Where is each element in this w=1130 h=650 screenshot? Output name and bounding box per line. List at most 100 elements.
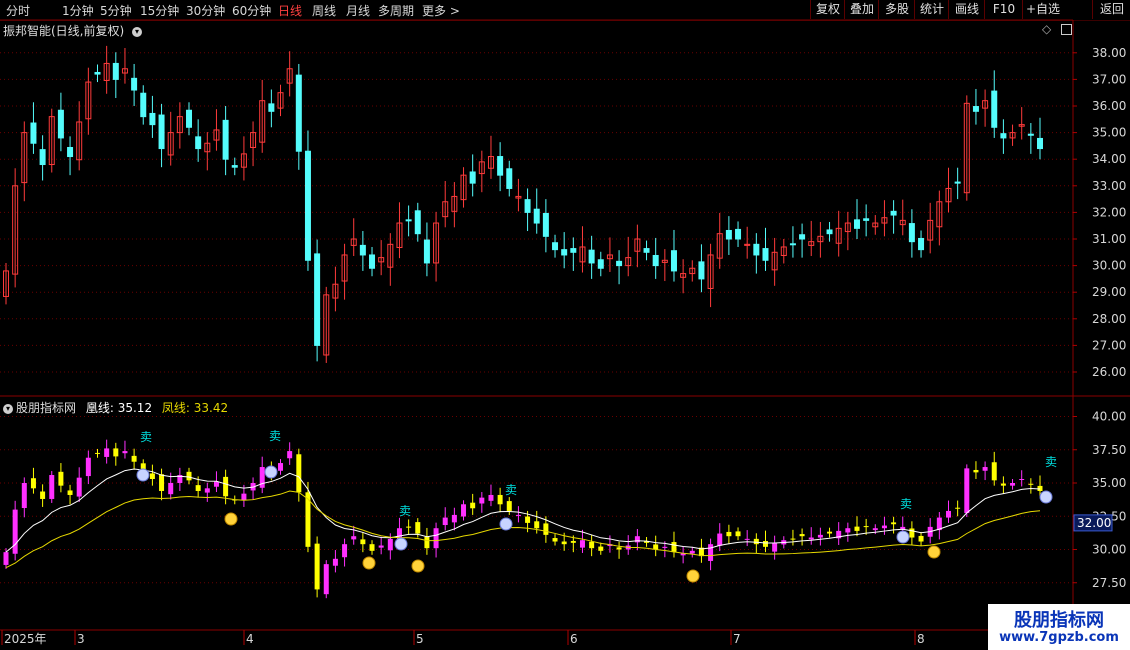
candle-body xyxy=(423,239,430,264)
indicator-axis-label: 30.00 xyxy=(1092,543,1126,557)
price-axis-label: 37.00 xyxy=(1092,72,1126,86)
candle-body xyxy=(131,77,138,91)
indicator-bar xyxy=(918,535,924,542)
candle-body xyxy=(314,253,321,346)
indicator-bar xyxy=(76,477,82,497)
indicator-bar xyxy=(67,490,73,495)
indicator-bar xyxy=(854,526,860,531)
happy-face-icon xyxy=(927,545,941,559)
candle-body xyxy=(39,149,46,166)
indicator-bar xyxy=(104,448,110,457)
candle-body xyxy=(561,249,568,256)
indicator-bar xyxy=(369,544,375,551)
indicator-bar xyxy=(909,528,915,538)
candle-body xyxy=(753,243,760,256)
indicator-bar xyxy=(360,539,366,545)
candle-body xyxy=(1027,133,1034,136)
indicator-bar xyxy=(451,514,457,523)
indicator-bar xyxy=(58,471,64,486)
candle-body xyxy=(853,219,860,229)
indicator-bar xyxy=(561,541,567,545)
price-axis-label: 35.00 xyxy=(1092,126,1126,140)
indicator-bar xyxy=(1000,483,1006,486)
indicator-bar xyxy=(726,531,732,537)
indicator-bar xyxy=(881,525,887,529)
date-axis-label: 5 xyxy=(416,632,424,646)
price-axis-label: 34.00 xyxy=(1092,152,1126,166)
indicator-bar xyxy=(241,493,247,501)
candle-body xyxy=(195,136,202,150)
indicator-bar xyxy=(378,545,384,548)
indicator-bar xyxy=(616,547,622,550)
indicator-bar xyxy=(964,468,970,514)
candle-body xyxy=(570,248,577,253)
candle-body xyxy=(954,181,961,184)
indicator-bar xyxy=(1019,479,1025,481)
indicator-bar xyxy=(744,538,750,540)
indicator-bar xyxy=(955,507,961,509)
indicator-bar xyxy=(653,544,659,550)
indicator-bar xyxy=(332,558,338,566)
date-axis-label: 2025年 xyxy=(4,632,47,646)
candle-body xyxy=(991,90,998,128)
sad-face-icon xyxy=(394,537,408,551)
indicator-bar xyxy=(900,526,906,530)
indicator-bar xyxy=(808,537,814,540)
indicator-bar xyxy=(497,494,503,505)
watermark-title: 股朋指标网 xyxy=(1014,610,1104,631)
indicator-bar xyxy=(85,457,91,477)
candle-body xyxy=(890,210,897,216)
date-axis-label: 8 xyxy=(917,632,925,646)
indicator-bar xyxy=(945,510,951,518)
indicator-bar xyxy=(872,528,878,531)
candle-body xyxy=(652,254,659,267)
indicator-bar xyxy=(424,536,430,549)
candle-body xyxy=(670,250,677,272)
indicator-bar xyxy=(863,526,869,528)
indicator-bar xyxy=(579,540,585,548)
sell-signal-label: 卖 xyxy=(140,430,152,444)
indicator-bar xyxy=(342,544,348,558)
indicator-bar xyxy=(799,534,805,537)
candle-body xyxy=(222,119,229,160)
candle-body xyxy=(57,109,64,139)
happy-face-icon xyxy=(686,569,700,583)
price-axis-label: 27.00 xyxy=(1092,338,1126,352)
kline-chart[interactable]: 卖卖卖卖卖卖 38.0037.0036.0035.0034.0033.0032.… xyxy=(0,0,1130,650)
candle-body xyxy=(304,150,311,261)
sell-signal-label: 卖 xyxy=(505,483,517,497)
sell-signal-label: 卖 xyxy=(399,504,411,518)
sad-face-icon xyxy=(264,465,278,479)
indicator-bar xyxy=(506,501,512,511)
indicator-bar xyxy=(827,531,833,534)
candle-body xyxy=(295,74,302,152)
price-axis-label: 26.00 xyxy=(1092,365,1126,379)
candle-body xyxy=(799,234,806,240)
candle-body xyxy=(497,156,504,176)
indicator-axis-label: 40.00 xyxy=(1092,410,1126,424)
indicator-bar xyxy=(552,538,558,542)
indicator-bar xyxy=(296,454,302,493)
happy-face-icon xyxy=(411,559,425,573)
indicator-bar xyxy=(1028,483,1034,485)
indicator-bar xyxy=(122,451,128,454)
candle-body xyxy=(863,218,870,221)
indicator-bar xyxy=(213,481,219,487)
happy-face-icon xyxy=(362,556,376,570)
candle-body xyxy=(268,103,275,112)
candle-body xyxy=(30,122,37,144)
indicator-bar xyxy=(525,516,531,523)
watermark-url: www.7gpzb.com xyxy=(999,630,1119,645)
candle-body xyxy=(524,199,531,213)
indicator-bar xyxy=(204,488,210,493)
indicator-bar xyxy=(149,473,155,480)
candle-body xyxy=(588,249,595,264)
indicator-bar xyxy=(351,536,357,540)
indicator-bar xyxy=(817,534,823,538)
candle-body xyxy=(231,165,238,168)
indicator-bar xyxy=(168,483,174,495)
indicator-bar xyxy=(442,517,448,526)
indicator-bar xyxy=(278,463,284,471)
indicator-bar xyxy=(589,541,595,549)
candle-body xyxy=(186,109,193,128)
